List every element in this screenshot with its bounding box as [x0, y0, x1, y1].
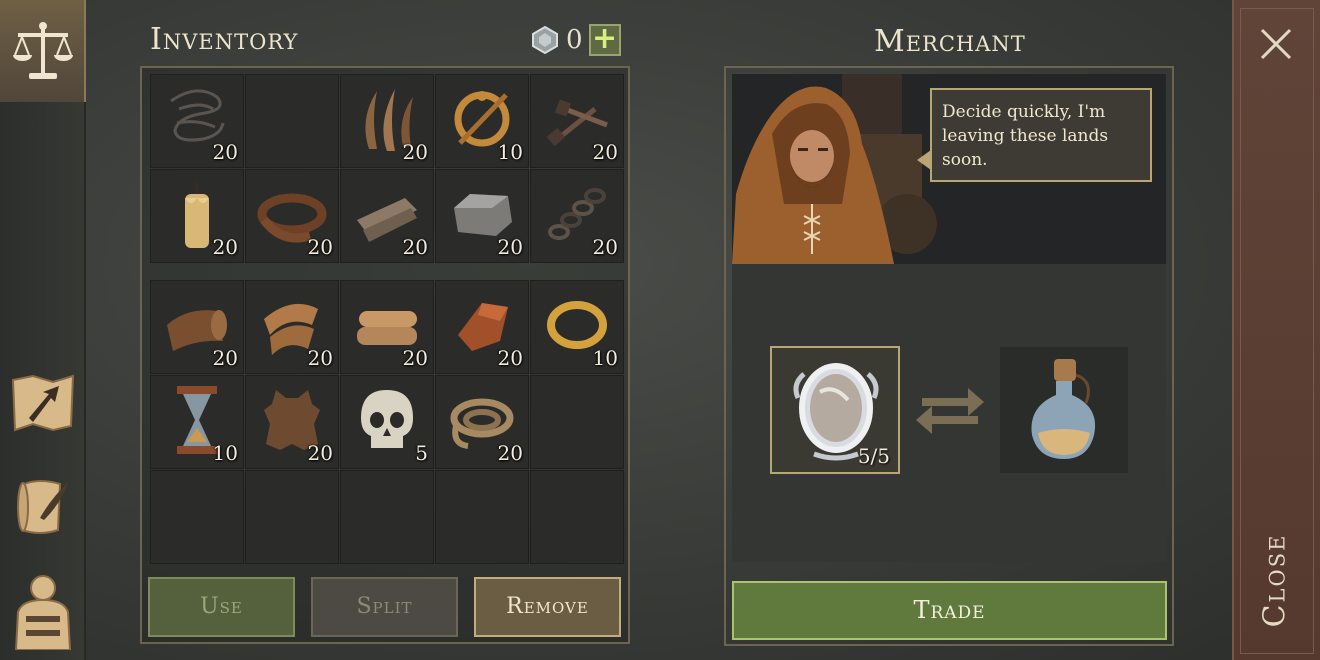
inventory-slot[interactable]: 10	[435, 74, 529, 168]
speech-bubble-tail	[917, 150, 931, 170]
merchant-title: Merchant	[874, 24, 1026, 59]
item-quantity: 20	[497, 346, 523, 370]
inventory-slot[interactable]: 20	[340, 169, 434, 263]
close-label: Close	[1257, 533, 1293, 627]
inventory-slot[interactable]: 10	[150, 375, 244, 469]
item-quantity: 20	[592, 140, 618, 164]
character-icon	[14, 575, 72, 650]
scales-icon	[13, 22, 73, 79]
inventory-slot[interactable]: 20	[150, 169, 244, 263]
item-quantity: 20	[402, 346, 428, 370]
item-quantity: 10	[592, 346, 618, 370]
tab-quests[interactable]	[0, 462, 86, 552]
swap-arrows-icon	[916, 388, 984, 434]
item-quantity: 20	[307, 441, 333, 465]
inventory-slot[interactable]: 20	[150, 280, 244, 374]
trade-button[interactable]: Trade	[732, 581, 1167, 640]
inventory-slot[interactable]: 20	[245, 375, 339, 469]
inventory-slot[interactable]: 20	[245, 280, 339, 374]
potion-icon	[1031, 359, 1096, 459]
map-arrow-icon	[11, 374, 75, 432]
inventory-slot[interactable]: 20	[435, 169, 529, 263]
inventory-title: Inventory	[150, 22, 299, 57]
tab-map[interactable]	[0, 358, 86, 448]
merchant-speech-bubble: Decide quickly, I'm leaving these lands …	[930, 88, 1152, 182]
inventory-slot[interactable]: 20	[150, 74, 244, 168]
inventory-slot-empty[interactable]	[435, 470, 529, 564]
item-quantity: 20	[307, 235, 333, 259]
item-quantity: 20	[212, 140, 238, 164]
inventory-slot[interactable]: 20	[435, 375, 529, 469]
item-quantity: 5	[415, 441, 428, 465]
inventory-slot[interactable]: 20	[530, 74, 624, 168]
item-quantity: 20	[307, 346, 333, 370]
offer-quantity: 5/5	[857, 444, 890, 468]
close-icon[interactable]	[1256, 24, 1296, 64]
scroll-quill-icon	[17, 480, 68, 534]
inventory-slot[interactable]: 20	[245, 169, 339, 263]
item-quantity: 20	[592, 235, 618, 259]
inventory-grid-bottom: 20 20 20 20 10 10 20 5 20	[150, 280, 624, 564]
inventory-slot[interactable]: 5	[340, 375, 434, 469]
inventory-slot-empty[interactable]	[530, 375, 624, 469]
gem-icon	[532, 25, 558, 55]
inventory-slot[interactable]: 20	[340, 280, 434, 374]
inventory-slot[interactable]: 20	[340, 74, 434, 168]
receive-slot[interactable]	[1000, 347, 1128, 473]
item-quantity: 20	[212, 346, 238, 370]
close-button[interactable]: Close	[1230, 520, 1320, 640]
add-currency-button[interactable]: +	[588, 24, 621, 56]
inventory-slot[interactable]: 10	[530, 280, 624, 374]
currency-display: 0 +	[530, 24, 621, 56]
item-quantity: 20	[402, 140, 428, 164]
item-quantity: 10	[212, 441, 238, 465]
inventory-slot-empty[interactable]	[150, 470, 244, 564]
use-button[interactable]: Use	[148, 577, 295, 637]
currency-count: 0	[566, 25, 583, 55]
remove-button[interactable]: Remove	[474, 577, 621, 637]
inventory-slot-empty[interactable]	[245, 470, 339, 564]
tab-character[interactable]	[0, 566, 86, 656]
item-quantity: 20	[212, 235, 238, 259]
inventory-grid-top: 20 20 10 20 20 20 20 20 20	[150, 74, 624, 263]
tab-trade[interactable]	[0, 0, 86, 102]
inventory-slot[interactable]: 20	[530, 169, 624, 263]
split-button[interactable]: Split	[311, 577, 458, 637]
item-quantity: 20	[497, 235, 523, 259]
offer-slot[interactable]: 5/5	[770, 346, 900, 474]
inventory-slot-empty[interactable]	[245, 74, 339, 168]
inventory-slot[interactable]: 20	[435, 280, 529, 374]
item-quantity: 20	[497, 441, 523, 465]
inventory-slot-empty[interactable]	[530, 470, 624, 564]
side-tab-bar	[0, 0, 88, 660]
item-quantity: 20	[402, 235, 428, 259]
item-quantity: 10	[497, 140, 523, 164]
inventory-slot-empty[interactable]	[340, 470, 434, 564]
